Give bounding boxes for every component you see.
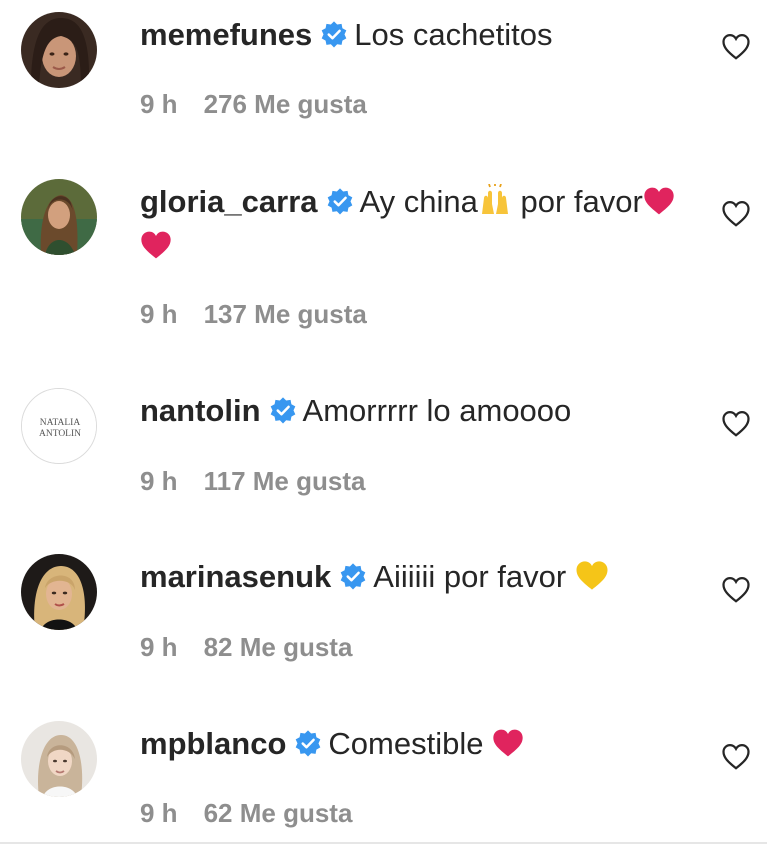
username-link[interactable]: memefunes (140, 17, 312, 52)
verified-badge-icon (321, 21, 347, 48)
heart-outline-icon[interactable] (721, 409, 751, 439)
yellow-heart-emoji (576, 561, 608, 590)
comment-meta: 9 h 62 Me gusta (140, 798, 352, 829)
comment-text: Comestible (328, 726, 493, 761)
verified-badge-icon (327, 188, 352, 215)
verified-badge-icon (296, 730, 321, 757)
comment-likes-count[interactable]: 82 Me gusta (204, 632, 353, 662)
comment-body: nantolin Amorrrrr lo amoooo (140, 389, 680, 433)
comments-list: memefunes Los cachetitos 9 h 276 Me gusta … (0, 0, 767, 845)
comment-meta: 9 h 137 Me gusta (140, 299, 367, 330)
comment-meta: 9 h 82 Me gusta (140, 632, 352, 663)
divider (0, 842, 767, 844)
comment-time[interactable]: 9 h (140, 89, 178, 119)
username-link[interactable]: mpblanco (140, 726, 286, 761)
verified-badge-icon (340, 563, 366, 590)
comment-likes-count[interactable]: 117 Me gusta (204, 466, 366, 496)
username-link[interactable]: marinasenuk (140, 559, 331, 594)
comment-body: gloria_carra Ay china por favor (140, 180, 680, 268)
comment-text: Ay china (359, 184, 478, 219)
red-heart-emoji (644, 187, 674, 215)
comment-time[interactable]: 9 h (140, 798, 178, 828)
red-heart-emoji (141, 231, 171, 259)
avatar[interactable]: NATALIA ANTOLIN (21, 388, 97, 464)
heart-outline-icon[interactable] (721, 575, 751, 605)
comment-text: Aiiiiii por favor (373, 559, 575, 594)
comment-body: mpblanco Comestible (140, 722, 680, 766)
comment-meta: 9 h 117 Me gusta (140, 466, 365, 497)
avatar[interactable] (21, 179, 97, 255)
comment-meta: 9 h 276 Me gusta (140, 89, 367, 120)
verified-badge-icon (270, 397, 295, 424)
heart-outline-icon[interactable] (721, 32, 751, 62)
red-heart-emoji (493, 729, 523, 757)
comment-likes-count[interactable]: 137 Me gusta (204, 299, 367, 329)
raising-hands-emoji (481, 184, 508, 214)
heart-outline-icon[interactable] (721, 742, 751, 772)
comment-time[interactable]: 9 h (140, 299, 178, 329)
comment-text: Los cachetitos (354, 17, 553, 52)
comment-time[interactable]: 9 h (140, 632, 178, 662)
username-link[interactable]: gloria_carra (140, 184, 318, 219)
comment-body: memefunes Los cachetitos (140, 13, 680, 57)
comment-likes-count[interactable]: 276 Me gusta (204, 89, 367, 119)
heart-outline-icon[interactable] (721, 199, 751, 229)
comment-text-continued: por favor (511, 184, 643, 219)
avatar-logo-line1: NATALIA (40, 418, 81, 428)
comment-likes-count[interactable]: 62 Me gusta (204, 798, 353, 828)
avatar[interactable] (21, 721, 97, 797)
comment-time[interactable]: 9 h (140, 466, 178, 496)
avatar-logo-line2: ANTOLIN (39, 429, 81, 439)
username-link[interactable]: nantolin (140, 393, 261, 428)
avatar[interactable] (21, 554, 97, 630)
avatar[interactable] (21, 12, 97, 88)
comment-body: marinasenuk Aiiiiii por favor (140, 555, 680, 599)
comment-text: Amorrrrr lo amoooo (302, 393, 572, 428)
